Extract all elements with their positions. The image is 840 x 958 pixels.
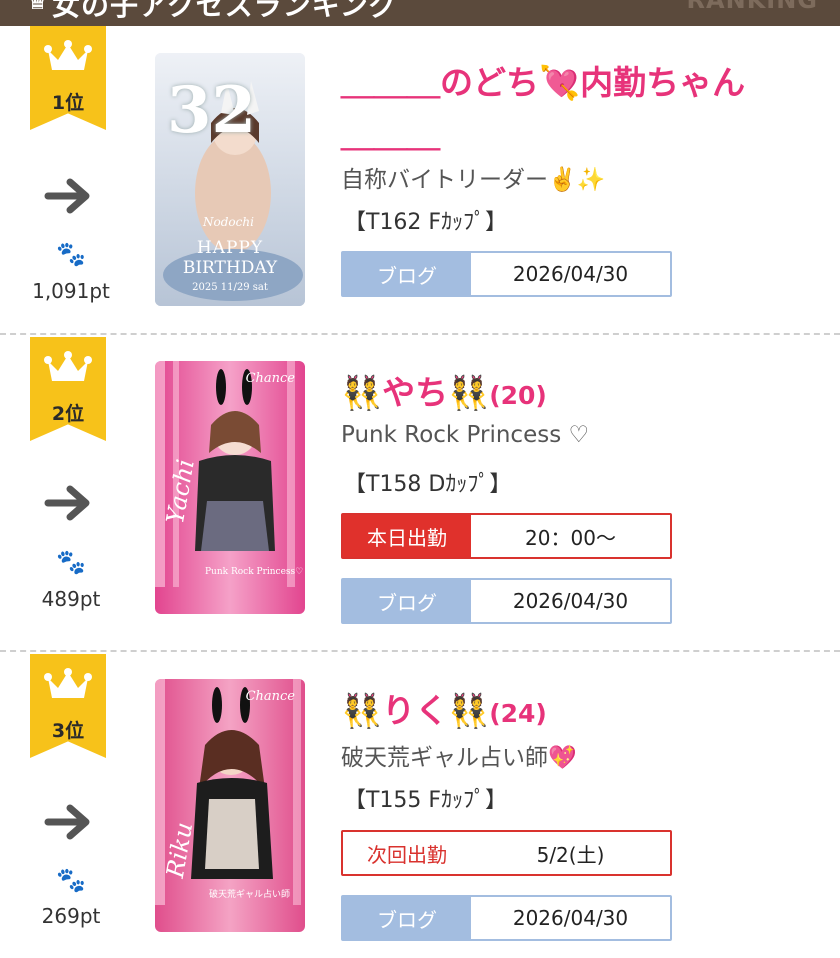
photo-overlay-date: 2025 11/29 sat: [192, 282, 268, 293]
paw-icon: 🐾: [56, 548, 86, 576]
photo-overlay-number: 32: [167, 73, 257, 148]
crown-icon: [44, 668, 92, 698]
paw-icon: 🐾: [56, 866, 86, 894]
catchphrase: 自称バイトリーダー✌️✨: [341, 167, 606, 193]
profile-photo[interactable]: Chance Yachi Punk Rock Princess♡: [155, 361, 305, 614]
arrow-right-icon: [44, 178, 90, 214]
body-size: 【T162 Fｶｯﾌﾟ】: [344, 210, 508, 235]
today-shift-row[interactable]: 本日出勤 20：00〜: [341, 513, 672, 559]
blog-label: ブログ: [343, 580, 471, 622]
blog-row[interactable]: ブログ 2026/04/30: [341, 578, 672, 624]
crown-icon: ♛: [26, 0, 50, 16]
paw-icon: 🐾: [56, 240, 86, 268]
crown-icon: [44, 40, 92, 70]
next-shift-row[interactable]: 次回出勤 5/2(土): [341, 830, 672, 876]
next-shift-date: 5/2(土): [536, 842, 605, 867]
points: 269pt: [41, 904, 101, 928]
girl-name[interactable]: 👯りく👯(24): [341, 684, 547, 732]
today-shift-label: 本日出勤: [343, 515, 471, 557]
arrow-right-icon: [44, 485, 90, 521]
blog-date: 2026/04/30: [512, 906, 629, 930]
points: 1,091pt: [32, 279, 110, 303]
divider: [0, 650, 840, 652]
crown-icon: [44, 351, 92, 381]
rank-label: 2位: [51, 403, 85, 425]
photo-overlay-happy: HAPPY: [196, 238, 264, 258]
body-size: 【T158 Dｶｯﾌﾟ】: [344, 472, 512, 497]
photo-caption: Punk Rock Princess♡: [205, 567, 304, 577]
rank-label: 3位: [51, 720, 85, 742]
points: 489pt: [41, 587, 101, 611]
girl-name[interactable]: 👯やち👯(20): [341, 366, 547, 414]
photo-overlay-sign: Nodochi: [203, 215, 254, 229]
catchphrase: 破天荒ギャル占い師💖: [341, 745, 577, 771]
profile-photo[interactable]: Chance Riku 破天荒ギャル占い師: [155, 679, 305, 932]
rank-badge: 3位: [30, 654, 106, 758]
blog-row[interactable]: ブログ 2026/04/30: [341, 895, 672, 941]
next-shift-label: 次回出勤: [343, 832, 471, 874]
header-title-en: RANKING: [686, 0, 818, 14]
blog-label: ブログ: [343, 253, 471, 295]
blog-date: 2026/04/30: [512, 262, 629, 286]
header-title: 女の子アクセスランキング: [52, 0, 398, 22]
girl-name[interactable]: ＿＿＿のどち💘内勤ちゃん: [341, 56, 745, 104]
blog-row[interactable]: ブログ 2026/04/30: [341, 251, 672, 297]
rank-label: 1位: [51, 92, 85, 114]
girl-age: (20): [489, 381, 547, 410]
photo-caption: 破天荒ギャル占い師: [209, 890, 291, 900]
girl-name-continued[interactable]: ＿＿＿: [341, 108, 440, 156]
catchphrase: Punk Rock Princess ♡: [341, 422, 590, 448]
arrow-right-icon: [44, 804, 90, 840]
photo-brand: Chance: [245, 371, 295, 386]
today-shift-time: 20：00〜: [525, 525, 616, 550]
rank-badge: 2位: [30, 337, 106, 441]
photo-brand: Chance: [245, 689, 295, 704]
rank-badge: 1位: [30, 26, 106, 130]
ranking-header: ♛ 女の子アクセスランキング RANKING: [0, 0, 840, 26]
blog-label: ブログ: [343, 897, 471, 939]
body-size: 【T155 Fｶｯﾌﾟ】: [344, 788, 508, 813]
divider: [0, 333, 840, 335]
photo-overlay-birthday: BIRTHDAY: [182, 258, 278, 278]
girl-age: (24): [489, 699, 547, 728]
profile-photo[interactable]: 32 HAPPY BIRTHDAY 2025 11/29 sat Nodochi: [155, 53, 305, 306]
blog-date: 2026/04/30: [512, 589, 629, 613]
